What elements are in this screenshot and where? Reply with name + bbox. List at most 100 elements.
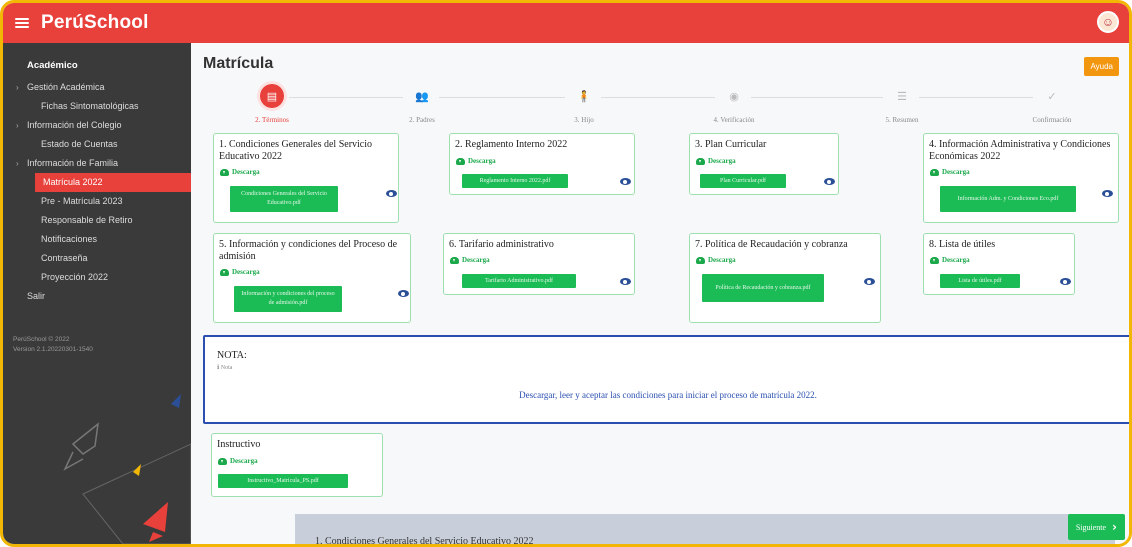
help-button[interactable]: Ayuda <box>1084 57 1119 76</box>
download-label: Descarga <box>232 268 260 276</box>
file-download-button[interactable]: Instructivo_Matricula_PS.pdf <box>218 474 348 488</box>
download-label: Descarga <box>468 157 496 165</box>
step-2[interactable]: 👥 2. Padres <box>387 81 457 125</box>
file-download-button[interactable]: Lista de útiles.pdf <box>940 274 1020 288</box>
sidebar-item-informaci-n-de-familia[interactable]: › Información de Familia <box>3 154 191 173</box>
cloud-download-icon <box>220 168 229 176</box>
sidebar-item-informaci-n-del-colegio[interactable]: › Información del Colegio <box>3 116 191 135</box>
document-card-title: 5. Información y condiciones del Proceso… <box>219 239 398 262</box>
step-1[interactable]: ▤ 2. Términos <box>237 81 307 124</box>
child-icon: 🧍 <box>577 90 591 103</box>
download-label: Descarga <box>462 256 490 264</box>
download-label: Descarga <box>230 457 258 465</box>
sidebar-item-responsable-de-retiro[interactable]: Responsable de Retiro <box>3 211 191 230</box>
sidebar-item-notificaciones[interactable]: Notificaciones <box>3 230 191 249</box>
avatar[interactable]: ☺ <box>1097 11 1119 33</box>
document-card-title: 4. Información Administrativa y Condicio… <box>929 139 1111 162</box>
cloud-download-icon <box>696 256 705 264</box>
view-eye-icon[interactable] <box>620 278 631 285</box>
next-button[interactable]: Siguiente › <box>1067 514 1125 540</box>
cloud-download-icon <box>696 157 705 165</box>
note-title: NOTA: <box>217 350 247 361</box>
enrollment-stepper: ▤ 2. Términos 👥 2. Padres 🧍 3. Hijo ◉ 4. Verifi… <box>207 81 1117 127</box>
sidebar-item-contrase-a[interactable]: Contraseña <box>3 249 191 268</box>
view-eye-icon[interactable] <box>864 278 875 285</box>
document-card: 3. Plan Curricular Descarga Plan Curricula… <box>689 133 839 195</box>
sidebar-item-proyecci-n-2022[interactable]: Proyección 2022 <box>3 268 191 287</box>
download-label: Descarga <box>942 168 970 176</box>
step-label: Confirmación <box>1032 116 1072 124</box>
sidebar-item-estado-de-cuentas[interactable]: Estado de Cuentas <box>3 135 191 154</box>
menu-icon[interactable] <box>15 18 29 28</box>
top-bar: PerúSchool ☺ <box>3 3 1129 43</box>
sidebar-item-label: Matrícula 2022 <box>43 177 103 187</box>
download-link[interactable]: Descarga <box>220 268 260 276</box>
document-card-title: 6. Tarifario administrativo <box>449 239 554 250</box>
version-info: PerúSchool © 2022 Version 2.1.20220301-1… <box>13 335 93 355</box>
document-card-title: Instructivo <box>217 439 261 450</box>
sidebar-item-gesti-n-acad-mica[interactable]: › Gestión Académica <box>3 78 191 97</box>
list-icon: ☰ <box>897 90 907 103</box>
view-eye-icon[interactable] <box>386 190 397 197</box>
document-card-title: 1. Condiciones Generales del Servicio Ed… <box>219 139 373 162</box>
chevron-right-icon: › <box>16 121 19 130</box>
app-frame: PerúSchool ☺ Académico › Gestión Académic… <box>0 0 1132 547</box>
note-subtitle: ℹ Nota <box>217 365 233 371</box>
step-label: 3. Hijo <box>574 116 594 124</box>
next-button-label: Siguiente <box>1075 522 1107 532</box>
step-6[interactable]: ✓ Confirmación <box>1017 81 1087 125</box>
file-download-button[interactable]: Plan Curricular.pdf <box>700 174 786 188</box>
download-link[interactable]: Descarga <box>220 168 260 176</box>
step-3[interactable]: 🧍 3. Hijo <box>549 81 619 125</box>
download-link[interactable]: Descarga <box>696 256 736 264</box>
view-eye-icon[interactable] <box>1060 278 1071 285</box>
page-title: Matrícula <box>203 55 274 72</box>
file-download-button[interactable]: Información y condiciones del proceso de… <box>234 286 342 312</box>
download-link[interactable]: Descarga <box>450 256 490 264</box>
version-line-1: PerúSchool © 2022 <box>13 336 70 343</box>
view-eye-icon[interactable] <box>1102 190 1113 197</box>
main-content: Matrícula Ayuda ▤ 2. Términos 👥 2. Padres 🧍 3… <box>191 43 1129 544</box>
view-eye-icon[interactable] <box>824 178 835 185</box>
chevron-right-icon: › <box>16 83 19 92</box>
download-label: Descarga <box>232 168 260 176</box>
sidebar-section-title: Académico <box>27 60 78 71</box>
sidebar-item-label: Contraseña <box>41 253 88 263</box>
download-link[interactable]: Descarga <box>930 256 970 264</box>
view-eye-icon[interactable] <box>398 290 409 297</box>
document-card-title: 7. Política de Recaudación y cobranza <box>695 239 848 250</box>
step-label: 2. Términos <box>255 116 289 124</box>
file-download-button[interactable]: Política de Recaudación y cobranza.pdf <box>702 274 824 302</box>
sidebar-item-label: Pre - Matrícula 2023 <box>41 196 123 206</box>
sidebar-item-salir[interactable]: Salir <box>3 287 191 306</box>
file-download-button[interactable]: Reglamento Interno 2022.pdf <box>462 174 568 188</box>
step-label: 5. Resumen <box>885 116 919 124</box>
eye-icon: ◉ <box>729 90 739 103</box>
sidebar-item-fichas-sintomatol-gicas[interactable]: Fichas Sintomatológicas <box>3 97 191 116</box>
chevron-right-icon: › <box>1112 520 1117 534</box>
sidebar: Académico › Gestión Académica Fichas Sinto… <box>3 43 191 544</box>
document-card: 4. Información Administrativa y Condicio… <box>923 133 1119 223</box>
download-link[interactable]: Descarga <box>218 457 258 465</box>
sidebar-item-label: Responsable de Retiro <box>41 215 133 225</box>
brand-logo[interactable]: PerúSchool <box>41 12 149 34</box>
file-download-button[interactable]: Condiciones Generales del Servicio Educa… <box>230 186 338 212</box>
download-link[interactable]: Descarga <box>696 157 736 165</box>
sidebar-menu: › Gestión Académica Fichas Sintomatológica… <box>3 78 191 306</box>
step-connector <box>751 97 883 98</box>
sidebar-item-label: Proyección 2022 <box>41 272 109 282</box>
download-label: Descarga <box>708 256 736 264</box>
cloud-download-icon <box>218 457 227 465</box>
sidebar-item-label: Gestión Académica <box>27 82 105 92</box>
file-download-button[interactable]: Información Adm. y Condiciones Eco.pdf <box>940 186 1076 212</box>
file-download-button[interactable]: Tarifario Administrativo.pdf <box>462 274 576 288</box>
sidebar-item-matr-cula-2022[interactable]: Matrícula 2022 <box>35 173 191 192</box>
view-eye-icon[interactable] <box>620 178 631 185</box>
document-icon: ▤ <box>260 84 284 108</box>
step-5[interactable]: ☰ 5. Resumen <box>867 81 937 125</box>
download-link[interactable]: Descarga <box>456 157 496 165</box>
sidebar-item-label: Información del Colegio <box>27 120 122 130</box>
step-4[interactable]: ◉ 4. Verificación <box>699 81 769 125</box>
sidebar-item-pre-matr-cula-2023[interactable]: Pre - Matrícula 2023 <box>3 192 191 211</box>
download-link[interactable]: Descarga <box>930 168 970 176</box>
